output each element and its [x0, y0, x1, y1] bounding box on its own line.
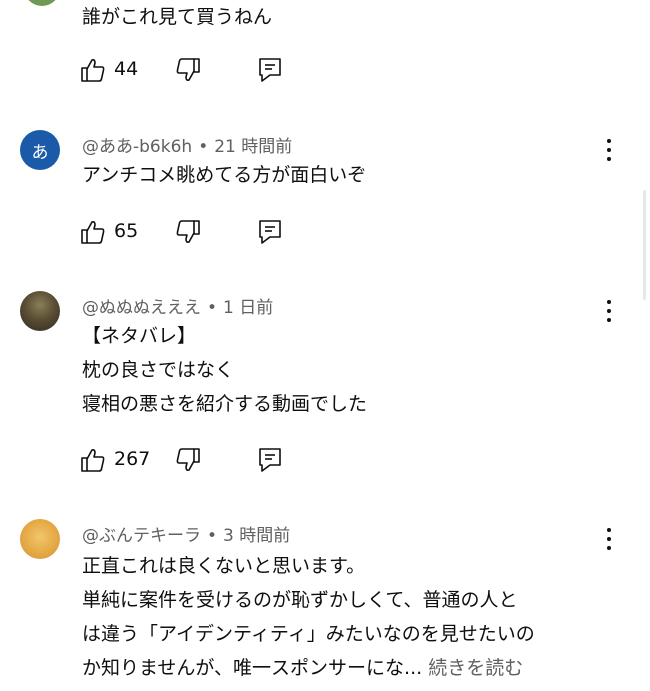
comment-actions: 44 — [80, 54, 320, 84]
separator: • — [207, 526, 218, 546]
like-icon[interactable] — [80, 447, 106, 473]
more-options-icon[interactable] — [596, 524, 622, 554]
comment-actions: 267 — [80, 444, 320, 474]
like-count: 65 — [114, 220, 139, 242]
comment-meta: @ぶんテキーラ • 3 時間前 — [82, 521, 290, 546]
comment-meta: @ああ-b6k6h • 21 時間前 — [82, 132, 292, 157]
like-icon[interactable] — [80, 219, 106, 245]
avatar[interactable] — [20, 291, 60, 331]
dislike-icon[interactable] — [175, 447, 201, 473]
scrollbar[interactable] — [643, 190, 646, 300]
avatar[interactable]: あ — [20, 130, 60, 170]
dislike-icon[interactable] — [175, 219, 201, 245]
like-count: 44 — [114, 58, 139, 80]
avatar[interactable] — [20, 519, 60, 559]
comment-author[interactable]: @ぬぬぬえええ — [82, 298, 201, 318]
comment-actions: 65 — [80, 216, 320, 246]
separator: • — [207, 298, 218, 318]
more-options-icon[interactable] — [596, 135, 622, 165]
comment-time[interactable]: 21 時間前 — [214, 137, 292, 157]
reply-icon[interactable] — [258, 447, 282, 473]
comment-time[interactable]: 3 時間前 — [223, 526, 290, 546]
reply-icon[interactable] — [258, 219, 282, 245]
comment-time[interactable]: 1 日前 — [223, 298, 273, 318]
read-more-link[interactable]: 続きを読む — [428, 657, 523, 679]
comment-text: 誰がこれ見て買うねん — [82, 6, 273, 28]
comment-meta: @ぬぬぬえええ • 1 日前 — [82, 293, 273, 318]
more-options-icon[interactable] — [596, 296, 622, 326]
avatar-letter: あ — [31, 142, 49, 163]
like-count: 267 — [114, 448, 151, 470]
comment-text: 正直これは良くないと思います。 単純に案件を受けるのが恥ずかしくて、普通の人と … — [82, 555, 535, 679]
avatar[interactable] — [24, 0, 60, 6]
comment-text: 【ネタバレ】 枕の良さではなく 寝相の悪さを紹介する動画でした — [82, 325, 368, 415]
dislike-icon[interactable] — [175, 57, 201, 83]
comment-author[interactable]: @ぶんテキーラ — [82, 526, 201, 546]
separator: • — [198, 137, 209, 157]
comment-text: アンチコメ眺めてる方が面白いぞ — [82, 164, 367, 186]
comment-author[interactable]: @ああ-b6k6h — [82, 137, 192, 157]
like-icon[interactable] — [80, 57, 106, 83]
reply-icon[interactable] — [258, 57, 282, 83]
